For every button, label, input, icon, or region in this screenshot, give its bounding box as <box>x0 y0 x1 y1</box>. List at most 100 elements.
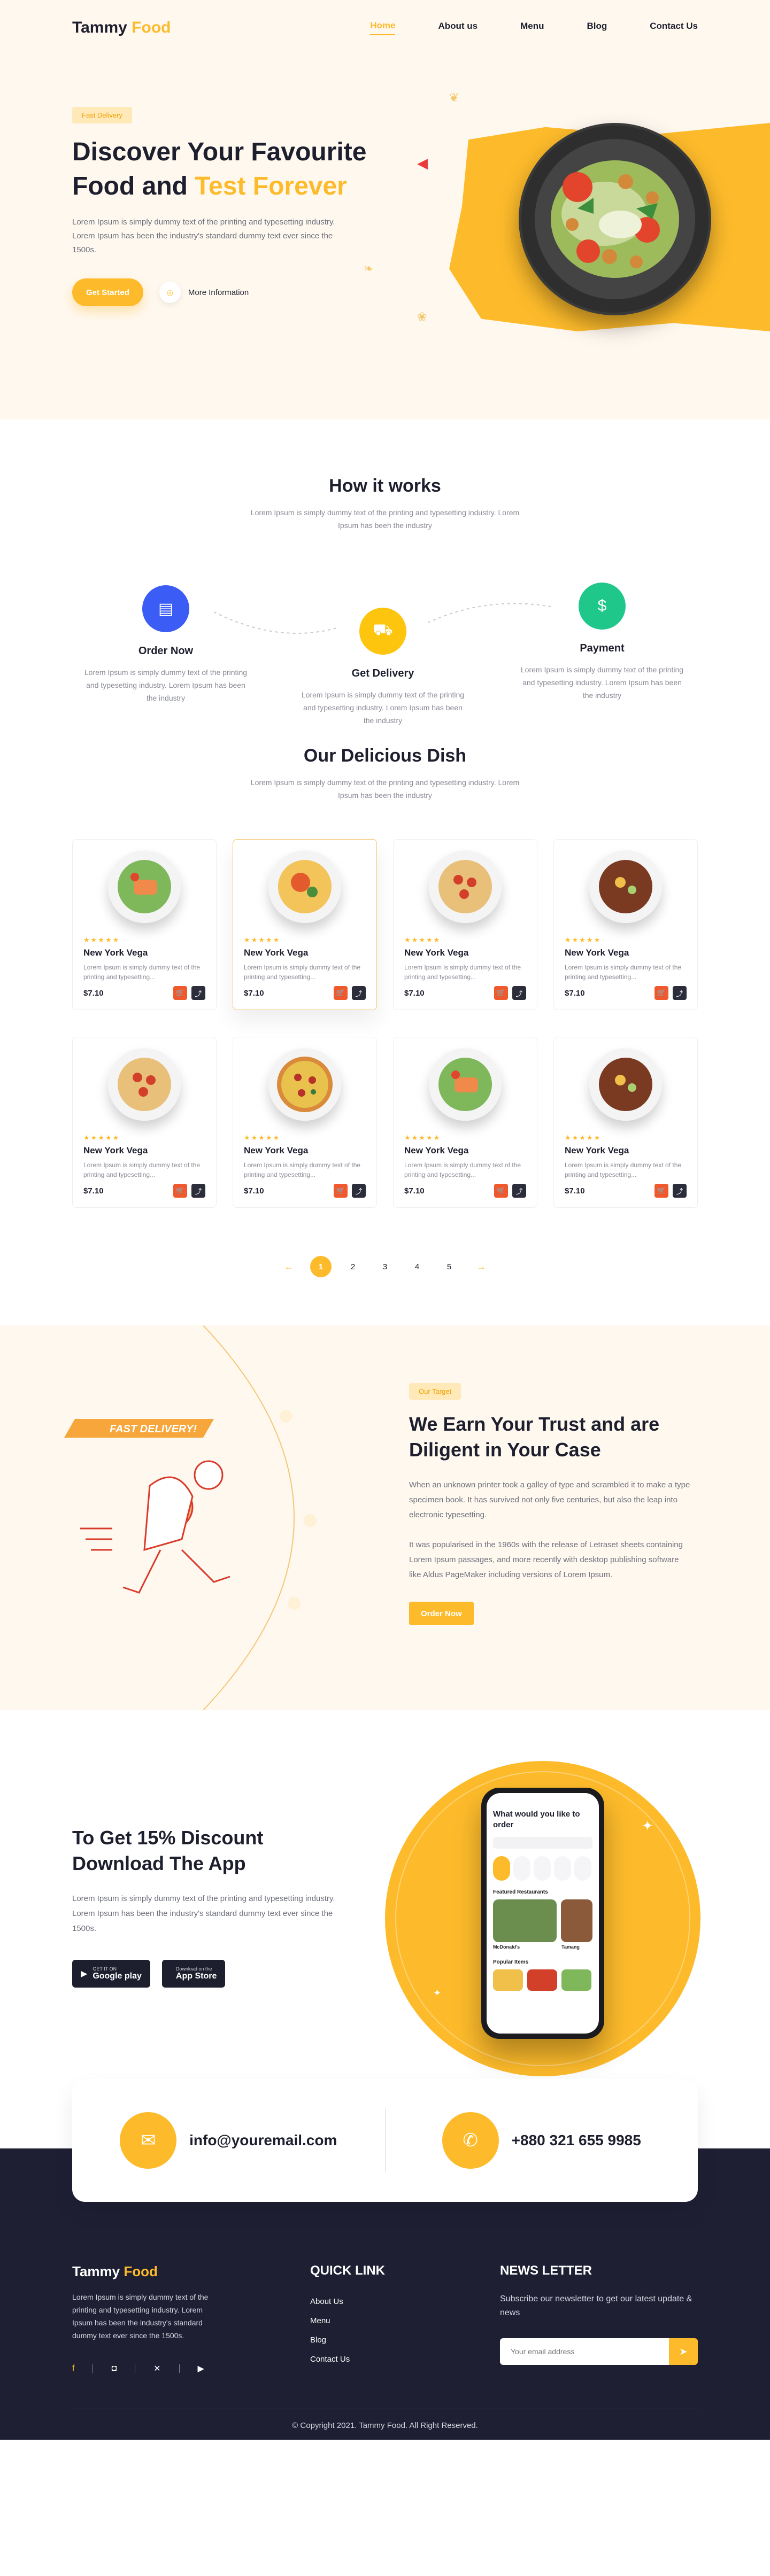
rating-stars: ★★★★★ <box>244 1134 281 1142</box>
share-icon[interactable]: ⤴ <box>191 1184 205 1198</box>
page-2[interactable]: 2 <box>342 1256 364 1277</box>
footer-link-blog[interactable]: Blog <box>310 2331 385 2350</box>
how-subtitle: Lorem Ipsum is simply dummy text of the … <box>250 508 520 530</box>
twitter-icon[interactable]: ✕ <box>153 2363 160 2374</box>
share-icon[interactable]: ⤴ <box>191 986 205 1000</box>
dish-card[interactable]: ★★★★★ New York Vega Lorem Ipsum is simpl… <box>233 1037 377 1208</box>
cart-icon[interactable]: 🛒 <box>173 986 187 1000</box>
dish-price: $7.10 <box>244 1186 264 1196</box>
dish-card[interactable]: ★★★★★ New York Vega Lorem Ipsum is simpl… <box>72 839 217 1010</box>
google-play-button[interactable]: ▶ GET IT ON Google play <box>72 1960 150 1988</box>
dish-card[interactable]: ★★★★★ New York Vega Lorem Ipsum is simpl… <box>553 1037 698 1208</box>
dish-desc: Lorem Ipsum is simply dummy text of the … <box>83 1161 201 1178</box>
contact-card: ✉ info@youremail.com ✆ +880 321 655 9985 <box>72 2079 698 2202</box>
footer-link-contact[interactable]: Contact Us <box>310 2350 385 2369</box>
nav-menu-link[interactable]: Menu <box>520 21 544 35</box>
nav-menu: Home About us Menu Blog Contact Us <box>370 20 698 35</box>
dish-title: Our Delicious Dish <box>303 746 467 766</box>
footer-logo[interactable]: Tammy Food <box>72 2263 211 2280</box>
nav-blog[interactable]: Blog <box>587 21 607 35</box>
step-text: Lorem Ipsum is simply dummy text of the … <box>520 665 684 700</box>
logo[interactable]: Tammy Food <box>72 19 171 37</box>
dish-desc: Lorem Ipsum is simply dummy text of the … <box>404 964 521 981</box>
share-icon[interactable]: ⤴ <box>352 1184 366 1198</box>
fast-delivery-label: FAST DELIVERY! <box>110 1423 197 1435</box>
spaghetti-image <box>429 850 502 923</box>
trust-section: FAST DELIVERY! Our Target We Earn Your T… <box>0 1325 770 1710</box>
dish-name: New York Vega <box>83 1145 148 1155</box>
footer-link-about[interactable]: About Us <box>310 2292 385 2311</box>
hero-illustration: ❦ ◀ ❧ ❀ <box>364 80 770 379</box>
logo-accent: Food <box>132 19 171 36</box>
dish-price: $7.10 <box>244 988 264 998</box>
prev-page-arrow-icon[interactable]: ← <box>278 1256 299 1277</box>
share-icon[interactable]: ⤴ <box>673 986 687 1000</box>
cart-icon[interactable]: 🛒 <box>654 986 668 1000</box>
dollar-icon: $ <box>579 583 626 630</box>
google-play-icon: ▶ <box>81 1969 88 1978</box>
google-label: Google play <box>93 1972 142 1981</box>
page-1[interactable]: 1 <box>310 1256 332 1277</box>
footer: ✉ info@youremail.com ✆ +880 321 655 9985… <box>0 2079 770 2440</box>
email-text: info@youremail.com <box>189 2132 337 2148</box>
share-icon[interactable]: ⤴ <box>512 986 526 1000</box>
dish-desc: Lorem Ipsum is simply dummy text of the … <box>565 1161 682 1178</box>
step-title: Payment <box>580 642 625 654</box>
cart-icon[interactable]: 🛒 <box>654 1184 668 1198</box>
page-5[interactable]: 5 <box>438 1256 460 1277</box>
page-3[interactable]: 3 <box>374 1256 396 1277</box>
trust-paragraph-2: It was popularised in the 1960s with the… <box>409 1540 683 1579</box>
youtube-icon[interactable]: ▶ <box>198 2363 204 2374</box>
next-page-arrow-icon[interactable]: → <box>471 1256 492 1277</box>
step-payment: $ Payment Lorem Ipsum is simply dummy te… <box>517 583 688 702</box>
newsletter-email-input[interactable] <box>500 2338 669 2365</box>
navbar: Tammy Food Home About us Menu Blog Conta… <box>72 0 698 56</box>
share-icon[interactable]: ⤴ <box>673 1184 687 1198</box>
dish-card[interactable]: ★★★★★ New York Vega Lorem Ipsum is simpl… <box>233 839 377 1010</box>
doodle-swirl-icon: ❀ <box>417 310 427 323</box>
dish-card[interactable]: ★★★★★ New York Vega Lorem Ipsum is simpl… <box>553 839 698 1010</box>
stew-image <box>589 850 662 923</box>
copyright-text: Copyright 2021. Tammy Food. All Right Re… <box>300 2421 478 2430</box>
nav-about[interactable]: About us <box>438 21 478 35</box>
share-icon[interactable]: ⤴ <box>512 1184 526 1198</box>
contact-phone[interactable]: ✆ +880 321 655 9985 <box>386 2112 698 2169</box>
contact-email[interactable]: ✉ info@youremail.com <box>72 2112 385 2169</box>
rating-stars: ★★★★★ <box>565 936 602 944</box>
nav-home[interactable]: Home <box>370 20 396 35</box>
page-4[interactable]: 4 <box>406 1256 428 1277</box>
cart-icon[interactable]: 🛒 <box>334 986 348 1000</box>
send-icon: ➤ <box>679 2346 688 2357</box>
get-started-button[interactable]: Get Started <box>72 278 143 306</box>
hero-text: Lorem Ipsum is simply dummy text of the … <box>72 218 335 254</box>
phone-search <box>493 1837 592 1849</box>
more-information-link[interactable]: ◎ More Information <box>159 282 249 303</box>
cart-icon[interactable]: 🛒 <box>334 1184 348 1198</box>
dish-card[interactable]: ★★★★★ New York Vega Lorem Ipsum is simpl… <box>393 1037 537 1208</box>
dish-card[interactable]: ★★★★★ New York Vega Lorem Ipsum is simpl… <box>393 839 537 1010</box>
nav-contact[interactable]: Contact Us <box>650 21 698 35</box>
newsletter-submit-button[interactable]: ➤ <box>669 2338 698 2365</box>
phone-item-1: McDonald's <box>493 1944 520 1950</box>
phone-title: What would you like to order <box>493 1810 580 1829</box>
order-now-button[interactable]: Order Now <box>409 1602 474 1625</box>
dish-name: New York Vega <box>83 948 148 958</box>
step-title: Get Delivery <box>351 668 414 679</box>
document-icon: ▤ <box>142 585 189 632</box>
share-icon[interactable]: ⤴ <box>352 986 366 1000</box>
social-links: f ◘ ✕ ▶ <box>72 2363 211 2374</box>
cart-icon[interactable]: 🛒 <box>494 1184 508 1198</box>
dish-card[interactable]: ★★★★★ New York Vega Lorem Ipsum is simpl… <box>72 1037 217 1208</box>
app-store-button[interactable]: Download on the App Store <box>161 1960 226 1988</box>
footer-link-menu[interactable]: Menu <box>310 2311 385 2331</box>
app-text: Lorem Ipsum is simply dummy text of the … <box>72 1894 335 1933</box>
logo-main: Tammy <box>72 19 127 36</box>
facebook-icon[interactable]: f <box>72 2364 74 2373</box>
dish-price: $7.10 <box>83 988 104 998</box>
hero-title: Discover Your Favourite Food and Test Fo… <box>72 135 372 204</box>
app-title: To Get 15% Discount Download The App <box>72 1827 264 1874</box>
cart-icon[interactable]: 🛒 <box>494 986 508 1000</box>
instagram-icon[interactable]: ◘ <box>111 2364 117 2373</box>
apple-label: App Store <box>175 1972 217 1981</box>
cart-icon[interactable]: 🛒 <box>173 1184 187 1198</box>
